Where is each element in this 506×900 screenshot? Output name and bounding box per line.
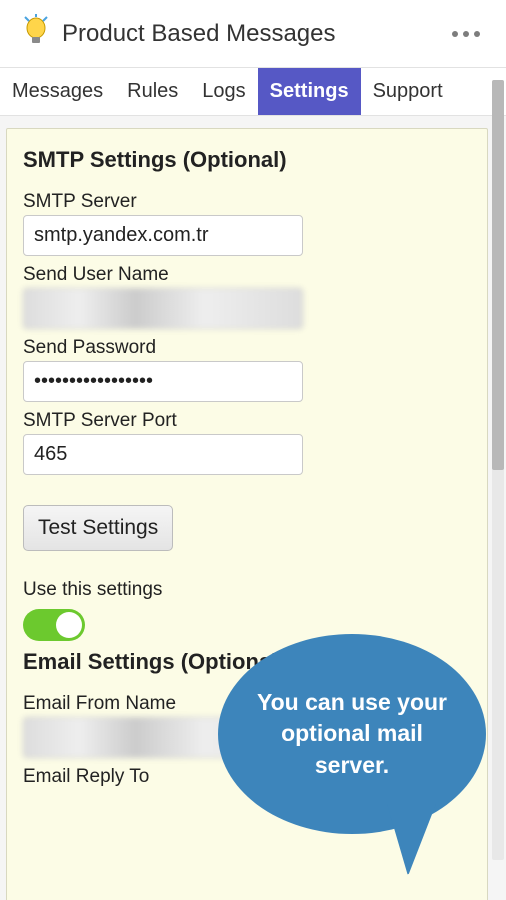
scrollbar-thumb[interactable]: [492, 80, 504, 470]
smtp-port-label: SMTP Server Port: [23, 410, 471, 432]
app-header: Product Based Messages: [0, 0, 506, 67]
app-title: Product Based Messages: [62, 20, 335, 48]
tab-settings[interactable]: Settings: [258, 68, 361, 115]
smtp-server-input[interactable]: [23, 215, 303, 256]
help-callout-bubble: You can use your optional mail server.: [218, 634, 486, 834]
tab-rules[interactable]: Rules: [115, 68, 190, 115]
smtp-user-input[interactable]: [23, 288, 303, 329]
use-settings-label: Use this settings: [23, 579, 471, 601]
smtp-section-title: SMTP Settings (Optional): [23, 147, 471, 173]
toggle-knob: [56, 612, 82, 638]
tab-bar: Messages Rules Logs Settings Support: [0, 67, 506, 116]
tab-support[interactable]: Support: [361, 68, 455, 115]
smtp-password-input[interactable]: [23, 361, 303, 402]
smtp-server-label: SMTP Server: [23, 191, 471, 213]
smtp-password-label: Send Password: [23, 337, 471, 359]
tab-logs[interactable]: Logs: [190, 68, 257, 115]
smtp-user-label: Send User Name: [23, 264, 471, 286]
test-settings-button[interactable]: Test Settings: [23, 505, 173, 551]
tab-messages[interactable]: Messages: [0, 68, 115, 115]
more-menu-icon[interactable]: [444, 23, 488, 45]
header-left: Product Based Messages: [22, 14, 335, 53]
help-callout-text: You can use your optional mail server.: [244, 687, 460, 780]
use-settings-toggle[interactable]: [23, 609, 85, 641]
scrollbar-track[interactable]: [492, 80, 504, 860]
lightbulb-icon: [22, 14, 50, 53]
smtp-port-input[interactable]: [23, 434, 303, 475]
